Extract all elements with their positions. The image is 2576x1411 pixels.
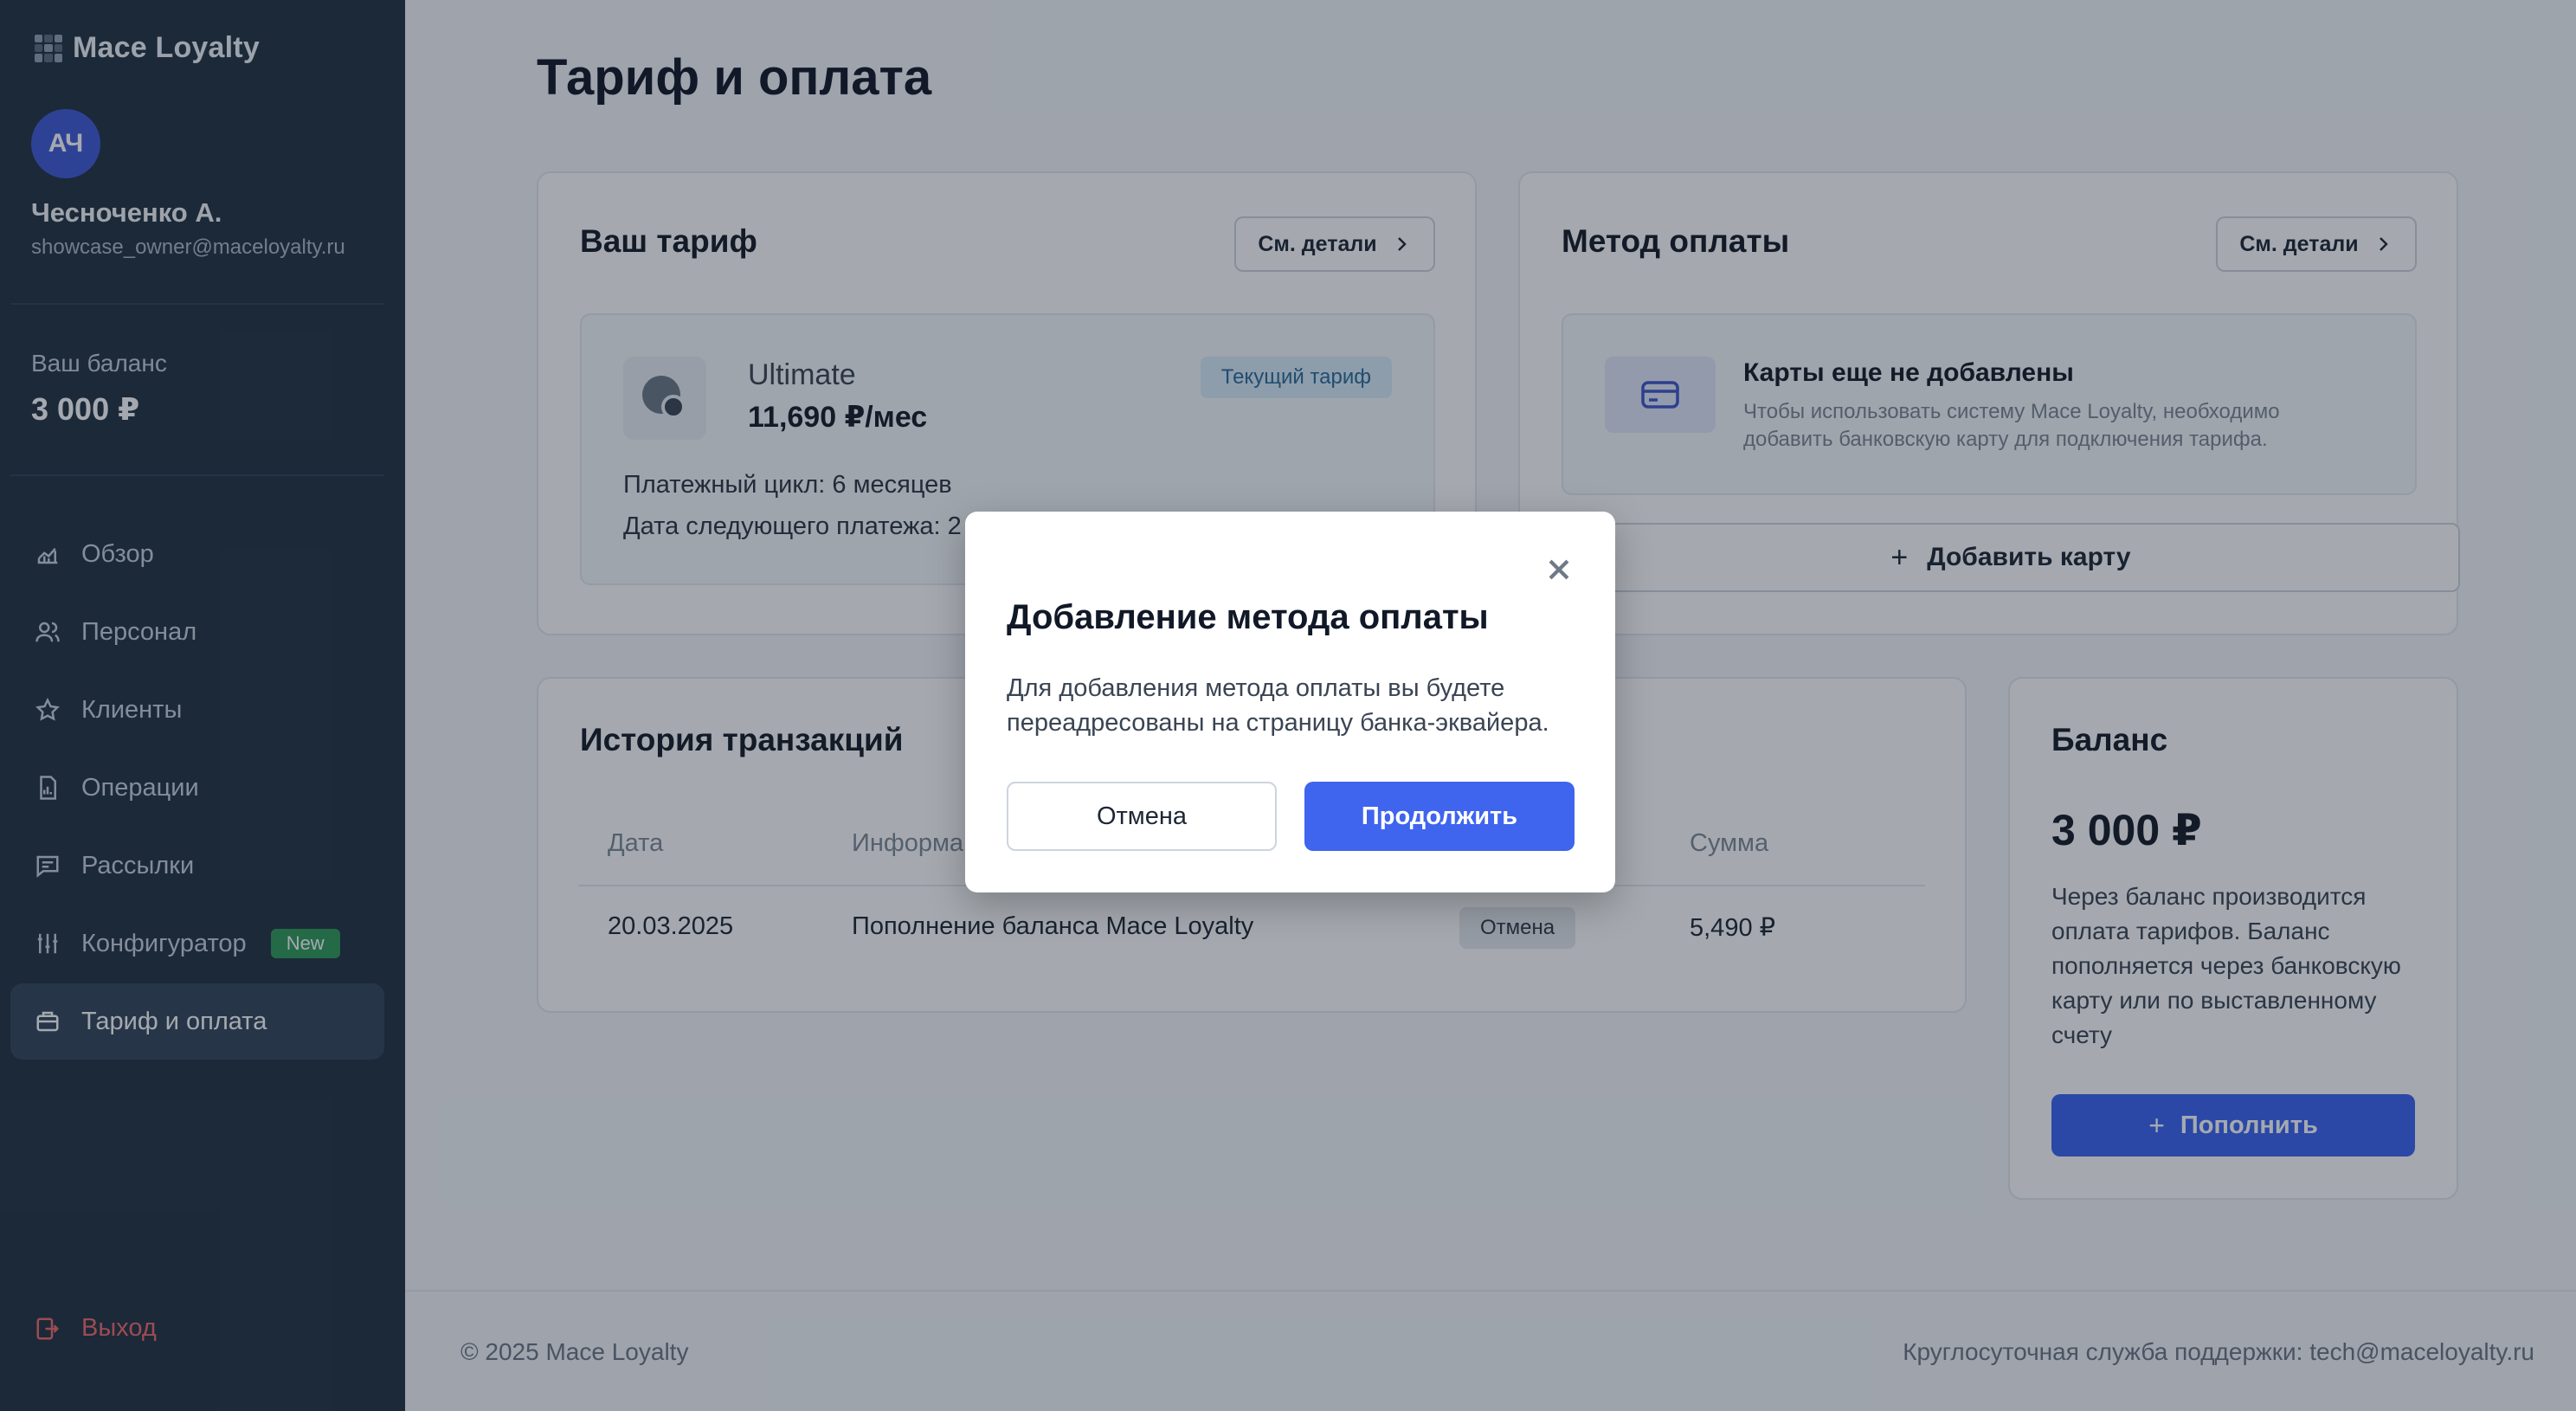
close-icon [1549, 559, 1569, 580]
add-payment-method-dialog: Добавление метода оплаты Для добавления … [965, 512, 1615, 892]
continue-button[interactable]: Продолжить [1304, 782, 1575, 851]
modal-title: Добавление метода оплаты [1007, 598, 1489, 636]
cancel-button[interactable]: Отмена [1007, 782, 1277, 851]
modal-text: Для добавления метода оплаты вы будете п… [1007, 674, 1549, 737]
close-button[interactable] [1544, 555, 1574, 584]
